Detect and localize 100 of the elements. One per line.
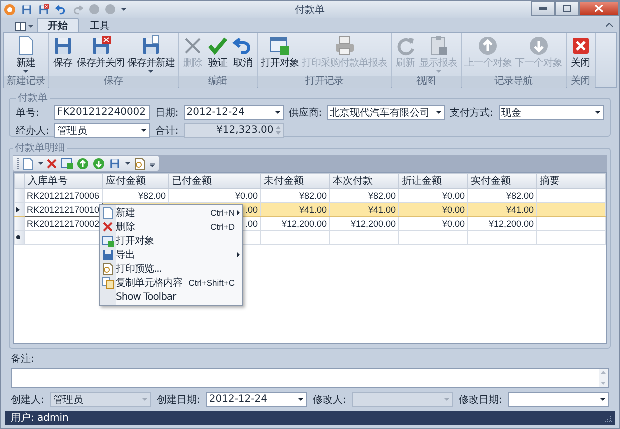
column-header[interactable]: 本次付款: [330, 174, 398, 188]
remarks-field[interactable]: [11, 368, 609, 388]
field-label: 支付方式:: [450, 106, 494, 120]
column-header[interactable]: 摘要: [536, 174, 606, 188]
magnifier-document-icon: [102, 263, 114, 275]
column-header[interactable]: 入库单号: [24, 174, 102, 188]
field-label: 修改日期:: [459, 394, 502, 406]
close-icon: [595, 5, 603, 12]
ribbon-group-label: 打开记录: [258, 76, 390, 88]
caret-icon: [28, 24, 33, 28]
window-title: 付款单: [295, 4, 325, 16]
row-header: [14, 174, 24, 188]
combo-box[interactable]: 2012-12-24: [184, 105, 284, 120]
table-cell: ¥12,200.00: [468, 216, 536, 230]
menu-item[interactable]: 打印预览...: [100, 262, 242, 276]
chevron-up-icon[interactable]: [606, 23, 613, 27]
combo-box[interactable]: 北京现代汽车有限公司: [327, 105, 446, 120]
caret-icon: [595, 111, 601, 114]
menu-item[interactable]: 复制单元格内容 Ctrl+Shift+C: [100, 276, 242, 290]
column-header[interactable]: 实付金额: [468, 174, 536, 188]
caret-icon: [141, 129, 148, 132]
validate-button[interactable]: 验证: [206, 35, 230, 76]
app-menu-button[interactable]: [13, 20, 35, 32]
row-header[interactable]: [14, 230, 24, 244]
cancel-button[interactable]: 取消: [231, 35, 255, 76]
section-title: 付款单明细: [14, 142, 66, 155]
table-cell: [536, 202, 606, 216]
menu-item[interactable]: 打开对象: [100, 234, 242, 248]
up-arrow-icon[interactable]: [77, 158, 89, 170]
ribbon-group-label: 新建记录: [4, 76, 48, 88]
table-cell: ¥12,200.00: [260, 216, 330, 230]
minimize-button[interactable]: [531, 1, 555, 16]
ribbon-group-label: 视图: [392, 76, 460, 88]
save-and-new-button[interactable]: 保存并新建: [126, 35, 176, 76]
combo-box[interactable]: [508, 392, 609, 407]
caret-icon: [600, 398, 606, 401]
maximize-icon: [563, 5, 571, 12]
table-cell: ¥12,200.00: [330, 216, 398, 230]
caret-icon[interactable]: [125, 162, 130, 165]
window-icon: [15, 22, 26, 30]
table-cell: ¥41.00: [260, 202, 330, 216]
new-button[interactable]: 新建: [14, 35, 38, 76]
field-label: 经办人:: [16, 124, 50, 138]
column-header[interactable]: 折让金额: [398, 174, 468, 188]
x-icon: [102, 221, 114, 233]
field-label: 创建日期:: [157, 394, 200, 406]
caret-icon[interactable]: [121, 8, 127, 11]
menu-item[interactable]: 导出: [100, 248, 242, 262]
close-button[interactable]: 关闭: [568, 35, 592, 76]
ribbon-tab[interactable]: 开始: [37, 18, 79, 32]
ribbon-group-label: 记录导航: [462, 76, 566, 88]
copy-icon: [102, 277, 114, 289]
undo-icon[interactable]: [55, 4, 67, 16]
table-cell: ¥0.00: [398, 216, 468, 230]
window-icon[interactable]: [61, 158, 73, 169]
close-button[interactable]: [579, 1, 619, 16]
save-button[interactable]: 保存: [51, 35, 75, 76]
window-icon: [102, 235, 114, 247]
spin-arrows-icon: [276, 126, 281, 135]
column-header[interactable]: 应付金额: [102, 174, 168, 188]
maximize-button[interactable]: [555, 1, 579, 16]
table-cell: ¥0.00: [398, 202, 468, 216]
ribbon-group-label: 保存: [49, 76, 178, 88]
overflow-caret-icon[interactable]: [150, 160, 155, 166]
menu-item[interactable]: Show Toolbar: [100, 290, 242, 304]
caret-icon: [444, 398, 450, 401]
text-field[interactable]: FK201212240002: [54, 105, 150, 120]
caret-icon: [142, 398, 148, 401]
field-label: 合计:: [155, 124, 179, 138]
x-icon[interactable]: [47, 158, 57, 168]
printer-icon: [334, 35, 356, 57]
magnifier-document-icon[interactable]: [134, 158, 146, 170]
ribbon-group-label: 关闭: [566, 76, 594, 88]
caret-icon[interactable]: [38, 162, 43, 165]
caret-icon: [436, 111, 442, 114]
caret-icon: [298, 398, 304, 401]
open-object-button[interactable]: 打开对象: [260, 35, 300, 76]
save-and-close-button[interactable]: 保存并关闭: [76, 35, 126, 76]
status-text: 用户: admin: [11, 412, 69, 425]
table-cell: ¥41.00: [330, 202, 398, 216]
resize-grip-icon[interactable]: [605, 414, 612, 422]
new-row-icon: [16, 235, 21, 240]
scrollbar[interactable]: [599, 369, 608, 387]
field-label: 修改人:: [313, 394, 346, 406]
combo-box[interactable]: 2012-12-24: [206, 392, 307, 407]
down-arrow-icon[interactable]: [93, 158, 105, 170]
document-icon[interactable]: [23, 158, 34, 170]
ribbon-tab[interactable]: 工具: [79, 18, 121, 32]
caret-icon: [274, 111, 281, 114]
field-label: 创建人:: [11, 394, 44, 406]
floppy-disk-x-icon[interactable]: [38, 4, 50, 16]
row-header[interactable]: [14, 202, 24, 216]
column-header[interactable]: 已付金额: [168, 174, 260, 188]
ribbon-group-label: 编辑: [179, 76, 257, 88]
column-header[interactable]: 未付金额: [260, 174, 330, 188]
combo-box[interactable]: 现金: [498, 105, 604, 120]
section-title: 付款单: [17, 92, 49, 105]
field-label: 供应商:: [288, 106, 322, 120]
window-icon: [269, 35, 291, 57]
combo-box[interactable]: 管理员: [54, 123, 150, 138]
